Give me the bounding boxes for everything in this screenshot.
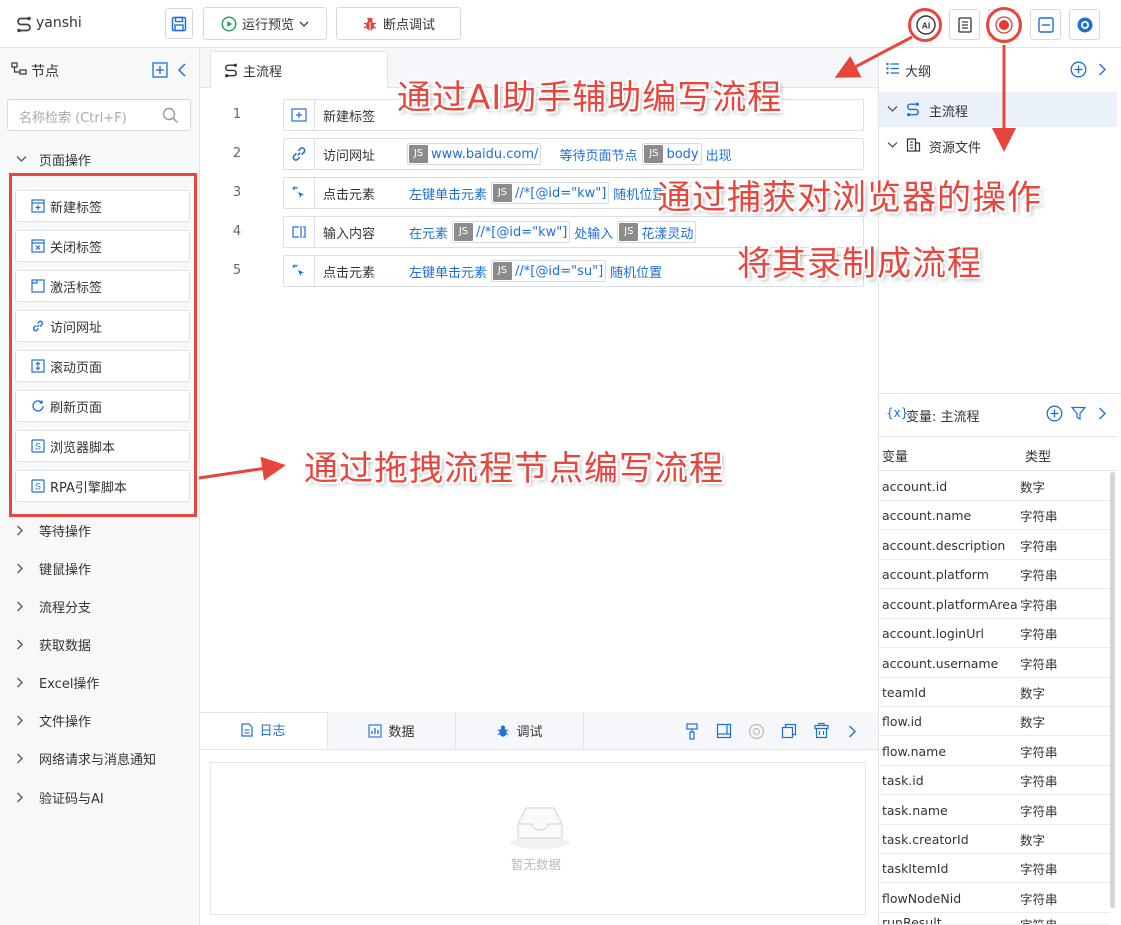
annotation-capture-2: 将其录制成流程 [737, 244, 982, 284]
annotation-drag: 通过拖拽流程节点编写流程 [304, 449, 724, 489]
drag-arrow [198, 456, 286, 481]
annotation-ai: 通过AI助手辅助编写流程 [397, 78, 783, 118]
annotation-capture-1: 通过捕获对浏览器的操作 [657, 178, 1042, 218]
ai-arrow [834, 35, 913, 78]
